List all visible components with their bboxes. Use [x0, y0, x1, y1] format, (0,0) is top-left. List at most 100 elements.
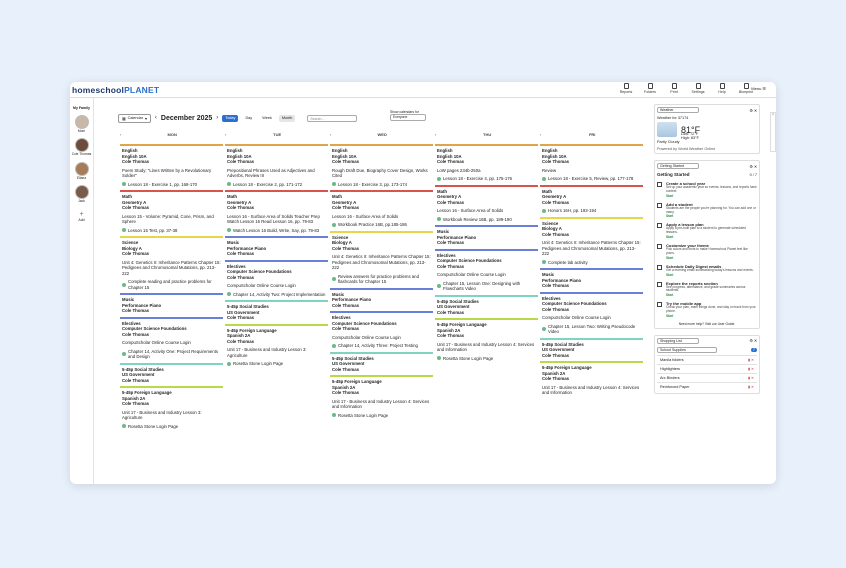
lesson-block[interactable]: 5-45p Social Studies US Government Cole Th… — [330, 351, 433, 376]
lesson-checkbox-row[interactable]: Complete lab activity — [542, 260, 641, 266]
lesson-block[interactable]: English English 10A Cole Thomas LoW pages 2… — [435, 144, 538, 185]
lesson-checkbox-row[interactable]: Lesson 18 - Exercise 2, pp. 171-172 — [227, 182, 326, 188]
getting-started-select[interactable]: Getting Started — [657, 163, 699, 169]
check-circle-icon[interactable] — [227, 182, 231, 187]
lesson-block[interactable]: 5-45p Foreign Language Spanish 2A Cole Tho… — [120, 386, 223, 432]
lesson-block[interactable]: Math Geometry A Cole Thomas Lesson 16 - Sur… — [435, 184, 538, 226]
lesson-block[interactable]: Math Geometry A Cole Thomas Lesson 16 - Sur… — [225, 190, 328, 236]
lesson-checkbox-row[interactable]: Chapter 15, Lesson One: Designing with F… — [437, 281, 536, 292]
nav-reports[interactable]: Reports — [618, 83, 634, 94]
check-circle-icon[interactable] — [122, 352, 126, 356]
check-circle-icon[interactable] — [227, 361, 231, 366]
app-logo[interactable]: homeschoolPLANET — [72, 85, 159, 95]
getting-started-item[interactable]: Customize your theme Pick colors and font… — [657, 243, 757, 260]
checkbox[interactable] — [657, 182, 662, 187]
day-view-button[interactable]: Day — [242, 115, 255, 122]
check-circle-icon[interactable] — [437, 356, 441, 361]
lesson-checkbox-row[interactable]: Chapter 14, Activity Three: Project Test… — [332, 343, 431, 349]
getting-started-item[interactable]: Schedule Daily Digest emails Get a mornin… — [657, 264, 757, 277]
widget-controls[interactable]: ⚙ ✕ — [749, 108, 757, 113]
start-button[interactable]: Start — [666, 314, 757, 318]
lesson-checkbox-row[interactable]: Workbook Practice 16B, pp.185-186 — [332, 222, 431, 228]
widget-controls[interactable]: ⚙ ✕ — [749, 164, 757, 169]
lesson-checkbox-row[interactable]: Complete reading and practice problems f… — [122, 279, 221, 290]
lesson-block[interactable]: Music Performance Piano Cole Thomas — [120, 293, 223, 317]
weather-select[interactable]: Weather — [657, 107, 699, 113]
lesson-checkbox-row[interactable]: Lesson 18 - Exercise 4, pp. 175-176 — [437, 176, 536, 182]
getting-started-item[interactable]: Try the mobile app Check your plan, mark … — [657, 301, 757, 318]
nav-settings[interactable]: Settings — [690, 83, 706, 94]
check-circle-icon[interactable] — [437, 284, 441, 288]
check-circle-icon[interactable] — [122, 228, 126, 233]
family-member[interactable]: Ellana — [70, 161, 93, 180]
prev-day-arrow[interactable]: ‹ — [540, 132, 541, 137]
lesson-block[interactable]: Electives Computer Science Foundations Col… — [330, 311, 433, 352]
lesson-block[interactable]: 5-45p Foreign Language Spanish 2A Cole Tho… — [225, 323, 328, 370]
lesson-block[interactable]: Math Geometry A Cole Thomas Lesson 16 - Sur… — [330, 190, 433, 231]
lesson-checkbox-row[interactable]: Workbook Review 16B, pp. 189-190 — [437, 217, 536, 223]
shopping-item[interactable]: Reinforced Paper ▮ ✕ — [657, 381, 757, 391]
lesson-block[interactable]: 5-45p Social Studies US Government Cole Th… — [120, 362, 223, 387]
lesson-checkbox-row[interactable]: Lesson 18 - Exercise 1, pp. 168-170 — [122, 182, 221, 188]
lesson-block[interactable]: 5-45p Foreign Language Spanish 2A Cole Tho… — [435, 318, 538, 364]
getting-started-item[interactable]: Apply a lesson plan Apply a pre-built pla… — [657, 222, 757, 239]
item-actions-icon[interactable]: ▮ ✕ — [748, 367, 754, 371]
lesson-checkbox-row[interactable]: Rosetta Stone Login Page — [332, 413, 431, 419]
lesson-checkbox-row[interactable]: Rosetta Stone Login Page — [227, 361, 326, 367]
show-calendars-select[interactable]: Everyone — [390, 114, 426, 121]
search-input[interactable]: Search... — [307, 114, 358, 122]
check-circle-icon[interactable] — [332, 222, 336, 227]
widget-controls[interactable]: ⚙ ✕ — [749, 338, 757, 343]
start-button[interactable]: Start — [666, 256, 757, 260]
checkbox[interactable] — [657, 281, 662, 287]
shopping-item[interactable]: Highlighters ▮ ✕ — [657, 363, 757, 373]
today-button[interactable]: Today — [222, 114, 239, 122]
lesson-checkbox-row[interactable]: Lesson 18 - Exercise 3, pp. 173-174 — [332, 182, 431, 188]
prev-day-arrow[interactable]: ‹ — [120, 132, 121, 137]
lesson-checkbox-row[interactable]: Chapter 15, Lesson Two: Writing Pseudoco… — [542, 324, 641, 335]
lesson-checkbox-row[interactable]: Lesson 18 - Exercise 5, Review, pp. 177-… — [542, 176, 641, 182]
check-circle-icon[interactable] — [332, 277, 336, 281]
lesson-block[interactable]: Science Biology A Cole Thomas Unit 4: Genet… — [330, 230, 433, 288]
lesson-checkbox-row[interactable]: Chapter 14, Activity Two: Project Implem… — [227, 292, 326, 298]
lesson-block[interactable]: English English 10A Cole Thomas Rough Draft… — [330, 144, 433, 190]
start-button[interactable]: Start — [666, 194, 757, 198]
prev-day-arrow[interactable]: ‹ — [225, 132, 226, 137]
nav-print[interactable]: Print — [666, 83, 682, 94]
checkbox[interactable] — [657, 202, 662, 208]
start-button[interactable]: Start — [666, 273, 754, 277]
check-circle-icon[interactable] — [332, 343, 336, 348]
check-circle-icon[interactable] — [437, 217, 441, 222]
check-circle-icon[interactable] — [332, 182, 336, 187]
check-circle-icon[interactable] — [332, 413, 336, 418]
lesson-block[interactable]: Music Performance Piano Cole Thomas — [540, 268, 643, 292]
item-actions-icon[interactable]: ▮ ✕ — [748, 358, 754, 362]
lesson-block[interactable]: English English 10A Cole Thomas Review Lesso… — [540, 144, 643, 185]
lesson-checkbox-row[interactable]: Chapter 14, Activity One: Project Requir… — [122, 349, 221, 360]
lesson-checkbox-row[interactable]: Lesson 15 Test, pp. 37-38 — [122, 228, 221, 234]
family-member[interactable]: Mom — [70, 115, 93, 133]
lesson-block[interactable]: Science Biology A Cole Thomas Unit 4: Genet… — [120, 236, 223, 293]
lesson-block[interactable]: Electives Computer Science Foundations Col… — [225, 259, 328, 301]
checkbox[interactable] — [657, 302, 662, 308]
calendar-select[interactable]: ▦ Calendar ▾ — [118, 113, 151, 123]
lesson-block[interactable]: Electives Computer Science Foundations Col… — [540, 291, 643, 338]
start-button[interactable]: Start — [666, 214, 757, 218]
lesson-block[interactable]: 5-45p Social Studies US Government Cole Th… — [435, 294, 538, 319]
shopping-list-select[interactable]: Shopping List — [657, 337, 699, 344]
prev-day-arrow[interactable]: ‹ — [435, 132, 436, 137]
start-button[interactable]: Start — [666, 235, 757, 239]
family-member[interactable]: Cole Thomas — [70, 138, 93, 156]
check-circle-icon[interactable] — [122, 424, 126, 429]
help-link[interactable]: Need more help? Visit our User Guide. — [657, 322, 757, 326]
check-circle-icon[interactable] — [542, 327, 546, 331]
list-select[interactable]: School Supplies — [657, 346, 717, 353]
lesson-block[interactable]: Music Performance Piano Cole Thomas — [225, 236, 328, 260]
menu-button[interactable]: Menu ☰ — [751, 86, 766, 91]
check-circle-icon[interactable] — [542, 260, 546, 265]
checkbox[interactable] — [657, 223, 662, 229]
getting-started-item[interactable]: Explore the reports section See progress,… — [657, 281, 757, 297]
prev-day-arrow[interactable]: ‹ — [330, 132, 331, 137]
month-view-button[interactable]: Month — [278, 114, 296, 122]
check-circle-icon[interactable] — [542, 176, 546, 181]
